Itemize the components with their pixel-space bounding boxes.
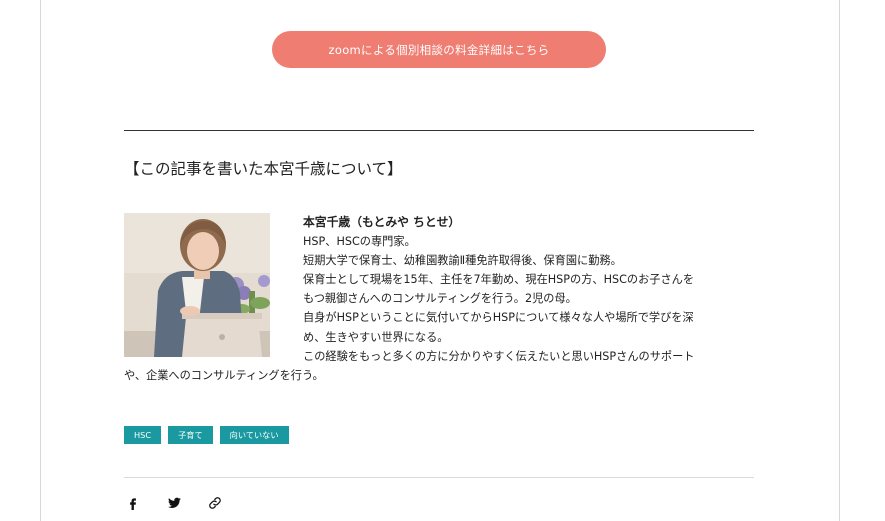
facebook-icon	[130, 498, 136, 510]
link-icon	[209, 497, 221, 509]
share-divider	[124, 477, 754, 478]
facebook-share-button[interactable]	[124, 494, 142, 512]
tag-parenting[interactable]: 子育て	[168, 426, 213, 444]
twitter-share-button[interactable]	[165, 494, 183, 512]
tag-not-suited[interactable]: 向いていない	[219, 426, 289, 444]
author-heading: 【この記事を書いた本宮千歳について】	[124, 160, 403, 178]
zoom-consultation-button[interactable]: zoomによる個別相談の料金詳細はこちら	[272, 31, 606, 68]
tag-hsc[interactable]: HSC	[124, 426, 162, 444]
tag-list: HSC 子育て 向いていない	[124, 426, 289, 444]
author-photo	[124, 213, 270, 357]
copy-link-button[interactable]	[206, 494, 224, 512]
bio-line: や、企業へのコンサルティングを行う。	[124, 368, 324, 382]
twitter-icon	[167, 497, 181, 509]
section-divider	[124, 130, 754, 131]
zoom-consultation-label: zoomによる個別相談の料金詳細はこちら	[328, 42, 550, 57]
